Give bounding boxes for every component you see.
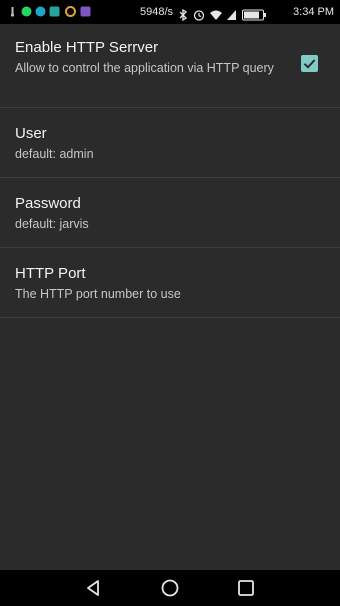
settings-icon [49,6,60,17]
whatsapp-icon [21,6,32,17]
pref-password[interactable]: Password default: jarvis [0,178,340,248]
pref-title: Enable HTTP Serrver [15,39,159,56]
navigation-bar [0,570,340,606]
enable-http-server-checkbox[interactable] [301,55,318,72]
network-speed: 5948/s [139,6,173,18]
pref-title: Password [15,195,81,212]
settings-screen: 5948/s 3:34 PM Enable HTTP Serrver Allow… [0,0,340,606]
pref-title: HTTP Port [15,265,86,282]
pref-enable-http-server[interactable]: Enable HTTP Serrver Allow to control the… [0,24,340,108]
pref-summary: default: admin [15,147,94,161]
gallery-icon [35,6,46,17]
pref-summary: The HTTP port number to use [15,287,181,301]
usb-icon [10,7,15,17]
pref-title: User [15,125,47,142]
pref-http-port[interactable]: HTTP Port The HTTP port number to use [0,248,340,318]
app-icon [80,6,91,17]
app-icon [65,6,76,17]
status-bar: 5948/s 3:34 PM [0,0,340,24]
check-icon [303,59,316,69]
pref-user[interactable]: User default: admin [0,108,340,178]
back-icon[interactable] [84,578,104,598]
home-icon[interactable] [160,578,180,598]
clock: 3:34 PM [293,6,334,18]
recents-icon[interactable] [236,578,256,598]
pref-summary: Allow to control the application via HTT… [15,61,274,75]
preference-list: Enable HTTP Serrver Allow to control the… [0,24,340,318]
pref-summary: default: jarvis [15,217,89,231]
